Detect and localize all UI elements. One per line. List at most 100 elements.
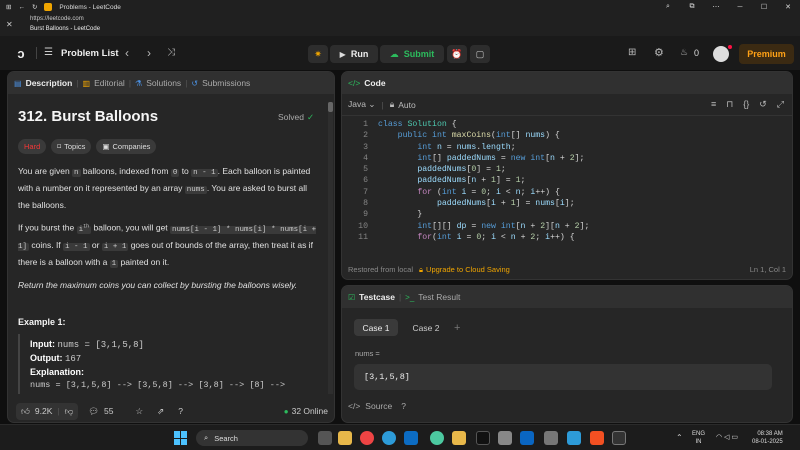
maximize-icon[interactable]: ☐ [752, 3, 776, 11]
code-line[interactable]: 3 int n = nums.length; [342, 143, 792, 154]
code-line[interactable]: 10 int[][] dp = new int[n + 2][n + 2]; [342, 222, 792, 233]
problem-title[interactable]: 312. Burst Balloons [18, 108, 158, 125]
refresh-icon[interactable]: ↻ [32, 3, 37, 11]
tab-description[interactable]: Description [26, 78, 73, 88]
code-line[interactable]: 9 } [342, 210, 792, 221]
code-line[interactable]: 11 for(int i = 0; i < n + 2; i++) { [342, 233, 792, 244]
close-tab-icon[interactable]: ✕ [6, 20, 13, 29]
case-1-tab[interactable]: Case 1 [354, 319, 398, 336]
shuffle-icon[interactable]: ⤨ [167, 47, 175, 58]
folder-icon[interactable] [452, 431, 466, 445]
clock[interactable]: 08:38 AM 08-01-2025 [752, 430, 783, 446]
time: 08:38 AM [757, 431, 783, 437]
app-icon[interactable] [430, 431, 444, 445]
reset-icon[interactable]: ↺ [759, 99, 767, 110]
more-icon[interactable]: ⋯ [704, 3, 728, 11]
run-button[interactable]: ▶ Run [330, 45, 378, 63]
app2-icon[interactable] [544, 431, 558, 445]
code-line[interactable]: 6 paddedNums[n + 1] = 1; [342, 176, 792, 187]
extensions-icon[interactable]: ⧉ [680, 3, 704, 11]
search-icon: ⌕ [204, 433, 209, 442]
comment-icon[interactable]: 💬︎ [88, 406, 99, 417]
linkedin-icon[interactable] [520, 431, 534, 445]
format-icon[interactable]: ≡ [711, 99, 716, 110]
zoom-icon[interactable]: ⌕ [656, 3, 680, 11]
brave-icon[interactable] [590, 431, 604, 445]
braces-icon[interactable]: {} [743, 99, 749, 110]
submit-label: Submit [403, 49, 435, 59]
tab-testcase[interactable]: Testcase [359, 292, 395, 302]
tab-test-result[interactable]: Test Result [418, 292, 460, 302]
likes-count: 9.2K [34, 405, 53, 416]
language-select[interactable]: Java ⌄ [348, 99, 375, 110]
bottom-actions: 👍︎ 9.2K | 👎︎ 💬︎ 55 ☆ ⇗ ? ● 32 Online [8, 398, 334, 422]
scrollbar-thumb[interactable] [328, 102, 333, 112]
help-icon[interactable]: ? [401, 401, 406, 411]
avatar[interactable] [713, 46, 729, 62]
share-icon[interactable]: ⇗ [157, 406, 164, 417]
list-icon[interactable]: ☰ [44, 47, 53, 58]
leetcode-task-icon[interactable] [612, 431, 626, 445]
auto-mode-label[interactable]: Auto [398, 100, 416, 110]
prev-problem-icon[interactable]: ‹ [125, 46, 129, 60]
code-line[interactable]: 1 class Solution { [342, 120, 792, 131]
star-icon[interactable]: ☆ [136, 406, 144, 417]
bookmark-icon[interactable]: ⊓ [726, 99, 733, 110]
case-2-tab[interactable]: Case 2 [404, 319, 448, 336]
tab-solutions[interactable]: Solutions [146, 78, 181, 88]
back-icon[interactable]: ← [18, 4, 25, 11]
code-line[interactable]: 8 paddedNums[i + 1] = nums[i]; [342, 199, 792, 210]
photos-icon[interactable] [498, 431, 512, 445]
store-icon[interactable] [404, 431, 418, 445]
notes-button[interactable]: ▢ [470, 45, 490, 63]
next-problem-icon[interactable]: › [147, 46, 151, 60]
tab-title[interactable]: Problems - LeetCode [59, 4, 120, 11]
timer-button[interactable]: ⏰ [447, 45, 467, 63]
source-link[interactable]: Source [365, 401, 392, 411]
close-icon[interactable]: ✕ [776, 3, 800, 11]
submit-button[interactable]: ☁ Submit [380, 45, 444, 63]
streak-fire-icon[interactable]: ♨ [680, 47, 688, 58]
tab-submissions[interactable]: Submissions [202, 78, 250, 88]
scrollbar-track[interactable] [328, 102, 333, 394]
browser-menu-icon[interactable]: ⊞ [6, 3, 11, 11]
thumbs-up-icon[interactable]: 👍︎ [21, 406, 30, 417]
terminal-app-icon[interactable] [476, 431, 490, 445]
companies-tag[interactable]: ▣ Companies [96, 139, 157, 154]
url-text[interactable]: https://leetcode.com [30, 16, 84, 22]
problem-list-link[interactable]: Problem List [61, 48, 119, 59]
help-icon[interactable]: ? [178, 406, 183, 416]
windows-start-icon[interactable] [174, 431, 188, 445]
tray-chevron-icon[interactable]: ⌃ [676, 433, 683, 442]
lang-line-1: ENG [692, 431, 706, 437]
layout-icon[interactable]: ⊞ [628, 47, 636, 58]
settings-gear-icon[interactable]: ⚙ [654, 46, 664, 59]
thumbs-down-icon[interactable]: 👎︎ [65, 406, 74, 417]
expand-icon[interactable]: ⤢ [777, 99, 784, 110]
code-line[interactable]: 7 for (int i = 0; i < n; i++) { [342, 188, 792, 199]
upgrade-link[interactable]: Upgrade to Cloud Saving [426, 265, 510, 274]
chrome-icon[interactable] [360, 431, 374, 445]
file-explorer-icon[interactable] [338, 431, 352, 445]
code-line[interactable]: 2 public int maxCoins(int[] nums) { [342, 131, 792, 142]
tab-editorial[interactable]: Editorial [94, 78, 125, 88]
app3-icon[interactable] [567, 431, 581, 445]
code-line[interactable]: 4 int[] paddedNums = new int[n + 2]; [342, 154, 792, 165]
add-case-icon[interactable]: + [454, 322, 460, 334]
leetcode-logo-icon[interactable]: ↄ [14, 46, 28, 61]
taskbar-search[interactable]: ⌕ Search [196, 430, 308, 446]
premium-button[interactable]: Premium [739, 44, 794, 64]
task-view-icon[interactable] [318, 431, 332, 445]
code-text: paddedNums[i + 1] = nums[i]; [436, 199, 575, 209]
description-paragraph-2: If you burst the ith balloon, you will g… [18, 222, 317, 268]
language-indicator[interactable]: ENG IN [692, 430, 705, 446]
topics-tag[interactable]: ⌑ Topics [51, 139, 92, 154]
debug-button[interactable]: ✷ [308, 45, 328, 63]
edge-icon[interactable] [382, 431, 396, 445]
code-line[interactable]: 5 paddedNums[0] = 1; [342, 165, 792, 176]
explanation-text: nums = [3,1,5,8] --> [3,5,8] --> [3,8] -… [30, 380, 286, 390]
wifi-sound-battery-icons[interactable]: ◠ ◁ ▭ [716, 433, 738, 441]
minimize-icon[interactable]: ─ [728, 4, 752, 11]
code-editor[interactable]: 1 class Solution {2 public int maxCoins(i… [342, 120, 792, 244]
nums-input[interactable]: [3,1,5,8] [354, 364, 772, 390]
